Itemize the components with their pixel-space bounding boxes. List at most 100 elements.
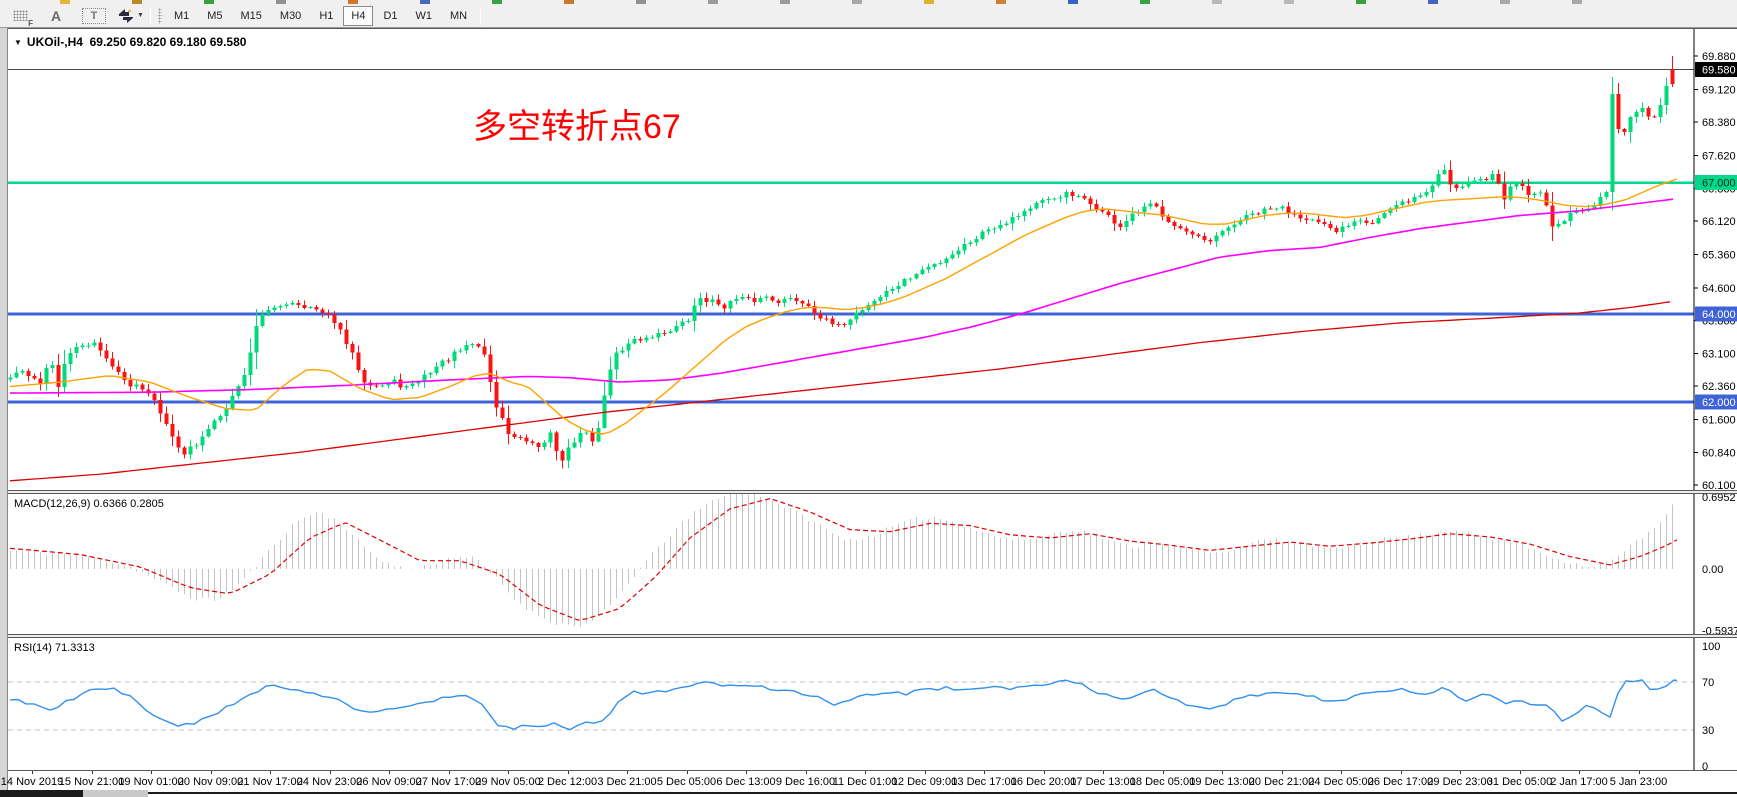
svg-text:67.620: 67.620 xyxy=(1702,150,1736,162)
timeframe-button-d1[interactable]: D1 xyxy=(375,6,405,26)
time-label: 17 Dec 13:00 xyxy=(1070,776,1135,788)
price-badge-67.000: 67.000 xyxy=(1695,175,1737,190)
candlestick-chart: 69.88069.12068.38067.62066.86066.12065.3… xyxy=(8,29,1737,491)
time-label: 21 Nov 17:00 xyxy=(237,776,302,788)
price-badge-64.000: 64.000 xyxy=(1695,307,1737,322)
svg-text:67.000: 67.000 xyxy=(1702,178,1736,190)
svg-text:30: 30 xyxy=(1702,725,1714,737)
moving-average-lines xyxy=(10,179,1677,481)
toolbar-grip[interactable] xyxy=(158,8,162,24)
time-label: 9 Dec 16:00 xyxy=(776,776,835,788)
scrollbar-track[interactable] xyxy=(0,790,83,797)
window-bottom-edge xyxy=(0,790,1737,797)
time-tick xyxy=(92,771,93,774)
time-tick xyxy=(1163,771,1164,774)
svg-text:69.580: 69.580 xyxy=(1702,64,1736,76)
time-tick xyxy=(806,771,807,774)
svg-text:64.600: 64.600 xyxy=(1702,283,1736,295)
time-label: 3 Dec 21:00 xyxy=(597,776,656,788)
rsi-chart: 100 70 30 0 xyxy=(8,638,1737,770)
timeframe-button-m15[interactable]: M15 xyxy=(233,6,270,26)
price-badge-62.000: 62.000 xyxy=(1695,394,1737,409)
price-axis: 0.69520.00-0.5937 xyxy=(1694,494,1737,634)
time-tick xyxy=(1460,771,1461,774)
time-label: 19 Nov 01:00 xyxy=(118,776,183,788)
time-tick xyxy=(270,771,271,774)
svg-text:62.000: 62.000 xyxy=(1702,397,1736,409)
time-tick xyxy=(1103,771,1104,774)
svg-text:0: 0 xyxy=(1702,761,1708,770)
svg-text:63.100: 63.100 xyxy=(1702,349,1736,361)
time-tick xyxy=(508,771,509,774)
time-tick xyxy=(449,771,450,774)
time-tick xyxy=(1520,771,1521,774)
svg-text:69.120: 69.120 xyxy=(1702,85,1736,97)
svg-text:-0.5937: -0.5937 xyxy=(1702,626,1737,634)
timeframe-button-m5[interactable]: M5 xyxy=(199,6,230,26)
ohlc-numbers: 69.250 69.820 69.180 69.580 xyxy=(90,35,247,49)
time-label: 2 Jan 17:00 xyxy=(1550,776,1608,788)
dropdown-caret-icon[interactable]: ▼ xyxy=(137,12,144,19)
grid-settings-icon[interactable]: F xyxy=(8,6,32,26)
price-axis: 69.88069.12068.38067.62066.86066.12065.3… xyxy=(1694,29,1737,491)
timeframe-button-mn[interactable]: MN xyxy=(442,6,475,26)
time-label: 13 Dec 17:00 xyxy=(951,776,1016,788)
svg-text:62.360: 62.360 xyxy=(1702,381,1736,393)
timeframe-button-group: M1M5M15M30H1H4D1W1MN xyxy=(165,6,476,26)
time-tick xyxy=(389,771,390,774)
chart-annotation-text[interactable]: 多空转折点67 xyxy=(473,99,681,148)
trading-terminal-window: F A T ▼ M1M5M15M30H1H4D1W1MN ▼ UKOil-,H4… xyxy=(0,0,1737,797)
svg-text:65.360: 65.360 xyxy=(1702,249,1736,261)
time-label: 5 Dec 05:00 xyxy=(657,776,716,788)
time-label: 2 Dec 12:00 xyxy=(538,776,597,788)
arrows-tool-icon[interactable]: ▼ xyxy=(118,6,144,26)
window-bottom-line xyxy=(148,792,1737,794)
time-tick xyxy=(568,771,569,774)
time-label: 24 Dec 05:00 xyxy=(1308,776,1373,788)
svg-text:70: 70 xyxy=(1702,677,1714,689)
time-tick xyxy=(1282,771,1283,774)
time-label: 31 Dec 05:00 xyxy=(1487,776,1552,788)
time-tick xyxy=(1579,771,1580,774)
symbol-dropdown-icon[interactable]: ▼ xyxy=(14,38,22,47)
time-label: 27 Nov 17:00 xyxy=(416,776,481,788)
time-tick xyxy=(925,771,926,774)
timeframe-button-m1[interactable]: M1 xyxy=(166,6,197,26)
svg-text:64.000: 64.000 xyxy=(1702,309,1736,321)
horizontal-price-lines[interactable] xyxy=(8,69,1694,401)
text-tool-icon[interactable]: A xyxy=(44,6,68,26)
time-label: 29 Dec 23:00 xyxy=(1427,776,1492,788)
time-tick xyxy=(1639,771,1640,774)
grid-f-label: F xyxy=(28,19,33,28)
time-tick xyxy=(151,771,152,774)
toolbar-separator xyxy=(150,7,151,25)
time-label: 11 Dec 01:00 xyxy=(833,776,898,788)
scrollbar-thumb[interactable] xyxy=(83,790,148,797)
time-axis: 14 Nov 201915 Nov 21:0019 Nov 01:0020 No… xyxy=(8,770,1737,790)
candlestick-series xyxy=(9,56,1675,468)
timeframe-button-w1[interactable]: W1 xyxy=(408,6,441,26)
price-badge-69.580: 69.580 xyxy=(1695,62,1737,77)
time-label: 20 Nov 09:00 xyxy=(178,776,243,788)
timeframe-button-m30[interactable]: M30 xyxy=(272,6,309,26)
svg-text:60.840: 60.840 xyxy=(1702,448,1736,460)
timeframe-button-h4[interactable]: H4 xyxy=(343,6,373,26)
price-axis: 100 70 30 0 xyxy=(1694,638,1737,770)
svg-text:68.380: 68.380 xyxy=(1702,117,1736,129)
time-label: 18 Dec 05:00 xyxy=(1130,776,1195,788)
svg-text:100: 100 xyxy=(1702,641,1720,653)
time-tick xyxy=(627,771,628,774)
macd-histogram xyxy=(11,494,1673,626)
time-tick xyxy=(746,771,747,774)
time-tick xyxy=(1341,771,1342,774)
label-tool-icon[interactable]: T xyxy=(82,8,106,24)
time-label: 29 Nov 05:00 xyxy=(475,776,540,788)
timeframe-button-h1[interactable]: H1 xyxy=(311,6,341,26)
time-label: 14 Nov 2019 xyxy=(1,776,63,788)
time-tick xyxy=(687,771,688,774)
toolbar-separator xyxy=(480,7,481,25)
rsi-line xyxy=(10,680,1677,730)
window-left-border xyxy=(0,28,8,790)
time-label: 6 Dec 13:00 xyxy=(716,776,775,788)
time-label: 24 Nov 23:00 xyxy=(297,776,362,788)
